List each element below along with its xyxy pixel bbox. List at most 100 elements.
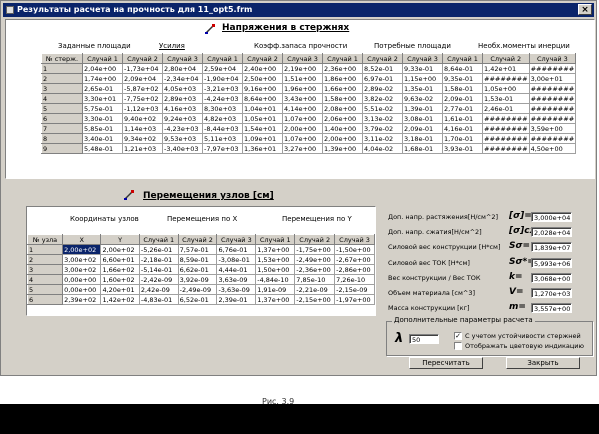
table-cell[interactable]: 3,13e-02	[362, 113, 403, 124]
table-cell[interactable]: -3,21e+03	[202, 83, 243, 94]
table-cell[interactable]: 3,93e-01	[442, 143, 483, 154]
table-cell[interactable]: 1,15e+00	[402, 73, 443, 84]
table-cell[interactable]: 3,00e+02	[62, 254, 102, 265]
table-cell[interactable]: 1,68e-01	[402, 143, 443, 154]
table-cell[interactable]: -1,50e+00	[334, 244, 375, 255]
table-cell[interactable]: 2,00e+00	[282, 123, 323, 134]
table-cell[interactable]: 9,16e+00	[242, 83, 283, 94]
table-cell[interactable]: -2,49e+00	[294, 254, 336, 265]
table-cell[interactable]: -7,75e+02	[122, 93, 163, 104]
row-header[interactable]: 9	[41, 143, 83, 154]
table-cell[interactable]: -4,23e+03	[162, 123, 203, 134]
table-cell[interactable]: -2,34e+04	[162, 73, 203, 84]
property-value-field[interactable]: 1,839e+07	[531, 242, 572, 252]
table-cell[interactable]: 9,33e-01	[402, 63, 443, 74]
table-cell[interactable]: -4,84e-10	[255, 274, 296, 285]
table-cell[interactable]: 5,75e-01	[82, 103, 123, 114]
table-cell[interactable]: 1,96e+00	[282, 83, 323, 94]
table-cell[interactable]: 8,64e+00	[242, 93, 283, 104]
table-row[interactable]: 5 5,75e-01 -1,12e+03 4,16e+03 8,30e+03 1,04e+…	[41, 103, 577, 114]
table-row[interactable]: 6 3,30e-01 9,40e+02 9,24e+03 4,82e+03 1,05e+0…	[41, 113, 577, 124]
table-cell[interactable]: 1,50e+00	[255, 264, 296, 275]
table-cell[interactable]: 9,53e+03	[162, 133, 203, 144]
table-cell[interactable]: 1,42e+01	[482, 63, 530, 74]
table-cell[interactable]: 1,42e+02	[100, 294, 140, 305]
table-cell[interactable]: 1,53e+00	[255, 254, 296, 265]
table-cell[interactable]: 2,00e+00	[322, 133, 363, 144]
table-cell[interactable]: 1,05e+01	[242, 113, 283, 124]
table-cell[interactable]: 6,60e+01	[100, 254, 140, 265]
table-cell[interactable]: 1,86e+00	[322, 73, 363, 84]
row-header[interactable]: 2	[41, 73, 83, 84]
table-cell[interactable]: 2,06e+00	[322, 113, 363, 124]
table-cell[interactable]: 1,54e+01	[242, 123, 283, 134]
table-cell[interactable]: -5,87e+02	[122, 83, 163, 94]
table-cell[interactable]: ########	[528, 103, 577, 114]
table-cell[interactable]: 1,37e+00	[255, 294, 296, 305]
table-cell[interactable]: 1,74e+00	[82, 73, 123, 84]
table-row[interactable]: 9 5,48e-01 1,21e+03 -3,40e+03 -7,97e+03 1,36e…	[41, 143, 577, 154]
table-cell[interactable]: -3,63e-09	[216, 284, 257, 295]
table-cell[interactable]: 2,08e+00	[322, 103, 363, 114]
table-cell[interactable]: -5,14e-01	[138, 264, 179, 275]
table-cell[interactable]: 5,51e-02	[362, 103, 403, 114]
table-cell[interactable]: -1,97e+00	[334, 294, 375, 305]
table-cell[interactable]: -2,15e+00	[294, 294, 336, 305]
row-header[interactable]: 3	[26, 264, 64, 275]
table-cell[interactable]: 5,11e+03	[202, 133, 243, 144]
table-cell[interactable]: 2,77e-01	[442, 103, 483, 114]
table-cell[interactable]: ########	[482, 123, 530, 134]
table-cell[interactable]: 1,58e+00	[322, 93, 363, 104]
table-cell[interactable]: 3,63e-09	[216, 274, 257, 285]
table-cell[interactable]: 7,57e-01	[177, 244, 218, 255]
table-cell[interactable]: 4,50e+00	[528, 143, 577, 154]
table-cell[interactable]: ########	[482, 143, 530, 154]
table-cell[interactable]: 1,51e+00	[282, 73, 323, 84]
table-cell[interactable]: 7,85e-10	[294, 274, 336, 285]
table-cell[interactable]: 1,37e+00	[255, 244, 296, 255]
table-cell[interactable]: 1,53e-01	[482, 93, 530, 104]
table-cell[interactable]: 6,62e-01	[177, 264, 218, 275]
table-cell[interactable]: -1,12e+03	[122, 103, 163, 114]
table-cell[interactable]: ########	[528, 93, 577, 104]
stress-table[interactable]: № стерж. Случай 1 Случай 2 Случай 3 Случай 1…	[41, 53, 577, 154]
table-cell[interactable]: 1,35e-01	[402, 83, 443, 94]
table-cell[interactable]: 4,04e-02	[362, 143, 403, 154]
table-row[interactable]: 4 0,00e+00 1,60e+02 -2,42e-09 3,92e-09 3,63e-…	[26, 274, 375, 285]
table-cell[interactable]: -2,21e-09	[294, 284, 336, 295]
table-cell[interactable]: 2,39e+02	[62, 294, 102, 305]
table-cell[interactable]: 1,09e+01	[242, 133, 283, 144]
table-cell[interactable]: 8,64e-01	[442, 63, 483, 74]
table-cell[interactable]: 8,59e-01	[177, 254, 218, 265]
table-cell[interactable]: -2,18e-01	[138, 254, 179, 265]
table-cell[interactable]: 4,05e+03	[162, 83, 203, 94]
table-cell[interactable]: 1,40e+00	[322, 123, 363, 134]
table-cell[interactable]: ########	[482, 113, 530, 124]
table-cell[interactable]: 0,00e+00	[62, 284, 102, 295]
table-cell[interactable]: 3,92e-09	[177, 274, 218, 285]
table-cell[interactable]: 9,24e+03	[162, 113, 203, 124]
table-cell[interactable]: -2,36e+00	[294, 264, 336, 275]
table-row[interactable]: 3 2,65e-01 -5,87e+02 4,05e+03 -3,21e+03 9,16e…	[41, 83, 577, 94]
table-cell[interactable]: 9,63e-02	[402, 93, 443, 104]
table-cell[interactable]: 2,36e+00	[322, 63, 363, 74]
table-cell[interactable]: 4,14e+00	[282, 103, 323, 114]
table-cell[interactable]: 1,14e+03	[122, 123, 163, 134]
property-value-field[interactable]: 1,270e+03	[531, 288, 572, 298]
table-cell[interactable]: -5,26e-01	[138, 244, 179, 255]
table-cell[interactable]: 8,30e+03	[202, 103, 243, 114]
table-cell[interactable]: -2,15e-09	[334, 284, 375, 295]
table-cell[interactable]: ########	[528, 133, 577, 144]
table-cell[interactable]: -7,97e+03	[202, 143, 243, 154]
table-cell[interactable]: 7,26e-10	[334, 274, 375, 285]
table-cell[interactable]: 2,80e+04	[162, 63, 203, 74]
row-header[interactable]: 7	[41, 123, 83, 134]
table-cell[interactable]: -8,44e+03	[202, 123, 243, 134]
table-row[interactable]: 1 2,04e+00 -1,73e+04 2,80e+04 2,59e+04 2,40e+…	[41, 63, 577, 74]
table-cell[interactable]: -2,86e+00	[334, 264, 375, 275]
lambda-input[interactable]: 50	[409, 334, 439, 344]
table-cell[interactable]: 1,05e+00	[482, 83, 530, 94]
table-cell[interactable]: 1,58e-01	[442, 83, 483, 94]
property-value-field[interactable]: 3,068e+00	[531, 273, 572, 283]
table-cell[interactable]: 3,08e-01	[402, 113, 443, 124]
